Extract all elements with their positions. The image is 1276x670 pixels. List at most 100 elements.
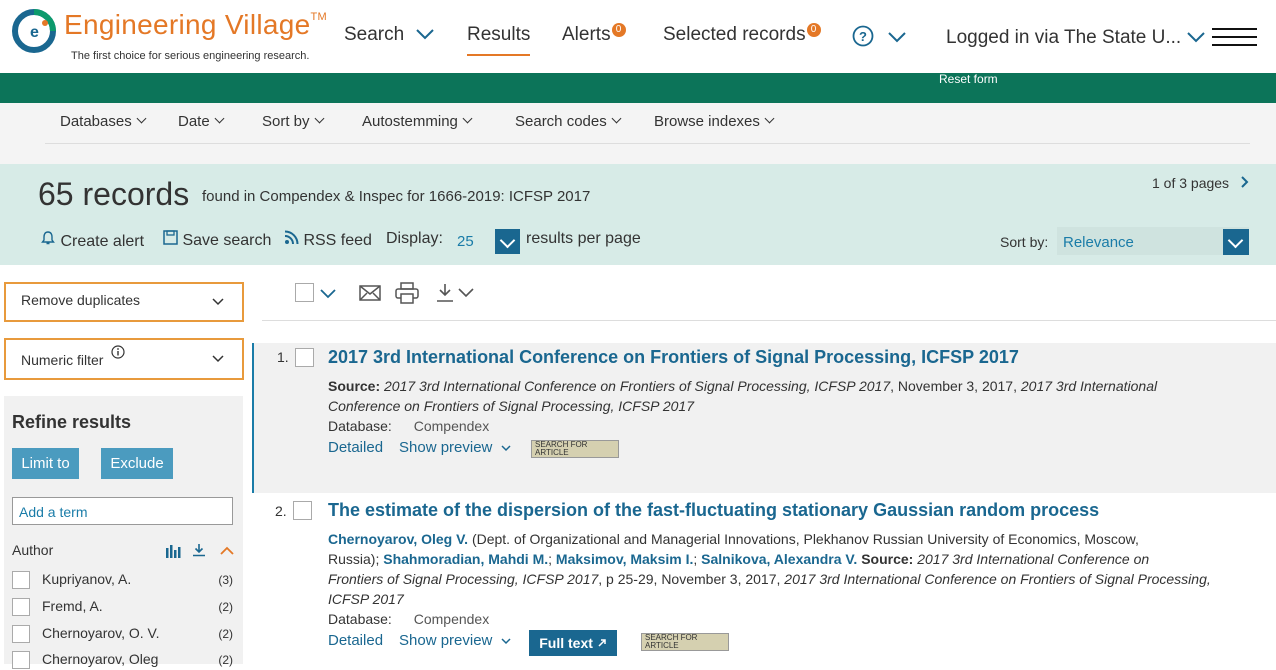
svg-text:e: e	[30, 24, 39, 41]
account-menu[interactable]: Logged in via The State U...	[946, 27, 1206, 49]
help-menu[interactable]: ?	[852, 25, 907, 53]
source-title: 2017 3rd International Conference on	[917, 551, 1150, 567]
remove-duplicates-dropdown[interactable]: Remove duplicates	[4, 282, 244, 322]
author-facet-item[interactable]: Kupriyanov, A. (3)	[12, 570, 237, 590]
nav-search[interactable]: Search	[344, 24, 435, 46]
author-link[interactable]: Chernoyarov, Oleg V.	[328, 531, 468, 547]
result-database: Database: Compendex	[328, 416, 489, 436]
engineering-village-logo-icon[interactable]: e	[11, 8, 57, 54]
sort-dropdown-button[interactable]	[1223, 229, 1249, 255]
result-source: Source: 2017 3rd International Conferenc…	[328, 376, 1198, 416]
numeric-filter-dropdown[interactable]: Numeric filter	[4, 338, 244, 380]
app-title[interactable]: Engineering VillageTM	[64, 9, 327, 41]
app-title-text: Engineering Village	[64, 9, 311, 40]
author-link[interactable]: Shahmoradian, Mahdi M.	[383, 551, 548, 567]
create-alert-button[interactable]: Create alert	[40, 230, 144, 251]
nav-alerts[interactable]: Alerts 0	[562, 23, 626, 46]
results-per-page-label: results per page	[526, 230, 641, 247]
chevron-down-icon	[214, 113, 225, 124]
nav-alerts-label: Alerts	[562, 24, 611, 45]
sort-select[interactable]: Relevance	[1057, 227, 1249, 255]
selected-count-badge: 0	[806, 23, 821, 37]
download-icon[interactable]	[192, 543, 206, 557]
result-title-link[interactable]: 2017 3rd International Conference on Fro…	[328, 347, 1019, 368]
chevron-down-icon	[611, 113, 622, 124]
email-icon[interactable]	[359, 284, 381, 302]
green-banner: Reset form	[0, 73, 1276, 103]
save-icon	[163, 230, 178, 245]
download-icon[interactable]	[435, 283, 455, 303]
author-facet-item[interactable]: Chernoyarov, O. V. (2)	[12, 624, 237, 644]
add-term-input[interactable]: Add a term	[12, 497, 233, 525]
rss-feed-button[interactable]: RSS feed	[284, 230, 372, 250]
select-all-checkbox[interactable]	[295, 283, 314, 302]
svg-text:?: ?	[859, 29, 867, 44]
app-subtitle: The first choice for serious engineering…	[71, 50, 310, 62]
browse-indexes-dropdown[interactable]: Browse indexes	[654, 113, 775, 130]
detailed-link[interactable]: Detailed	[328, 439, 383, 456]
header: e Engineering VillageTM The first choice…	[0, 0, 1276, 73]
author-checkbox[interactable]	[12, 571, 30, 589]
info-icon[interactable]	[111, 345, 125, 359]
chevron-down-icon	[314, 113, 324, 124]
pagination[interactable]: 1 of 3 pages	[1152, 175, 1251, 191]
author-name: Chernoyarov, Oleg	[42, 651, 159, 667]
author-name: Fremd, A.	[42, 598, 103, 614]
page-indicator: 1 of 3 pages	[1152, 175, 1230, 191]
show-preview-link[interactable]: Show preview	[399, 439, 511, 456]
chevron-down-icon	[212, 293, 224, 311]
result-title-link[interactable]: The estimate of the dispersion of the fa…	[328, 500, 1099, 521]
chevron-right-icon[interactable]	[1239, 176, 1251, 188]
numeric-filter-text: Numeric filter	[21, 352, 104, 368]
chevron-down-icon[interactable]	[320, 289, 336, 299]
nav-selected-records[interactable]: Selected records 0	[663, 23, 821, 46]
sort-by-label: Sort by	[262, 113, 310, 130]
chevron-down-icon	[212, 350, 224, 368]
search-codes-dropdown[interactable]: Search codes	[515, 113, 622, 130]
author-checkbox[interactable]	[12, 651, 30, 669]
chevron-down-icon[interactable]	[458, 288, 474, 298]
author-facet-item[interactable]: Chernoyarov, Oleg (2)	[12, 650, 237, 670]
author-facet-item[interactable]: Fremd, A. (2)	[12, 597, 237, 617]
limit-to-button[interactable]: Limit to	[12, 448, 79, 479]
print-icon[interactable]	[395, 282, 419, 304]
chevron-down-icon	[888, 32, 906, 43]
autostemming-dropdown[interactable]: Autostemming	[362, 113, 473, 130]
bar-chart-icon[interactable]	[165, 544, 181, 558]
external-link-icon	[598, 639, 606, 647]
display-label: Display:	[386, 230, 443, 247]
display-count-dropdown[interactable]	[495, 229, 520, 254]
reset-form-link[interactable]: Reset form	[939, 73, 998, 85]
exclude-button[interactable]: Exclude	[101, 448, 173, 479]
result-checkbox[interactable]	[295, 348, 314, 367]
save-search-button[interactable]: Save search	[163, 230, 271, 250]
author-checkbox[interactable]	[12, 598, 30, 616]
trademark: TM	[310, 11, 327, 23]
search-description: found in Compendex & Inspec for 1666-201…	[202, 188, 591, 205]
source-title-cont: Frontiers of Signal Processing, ICFSP 20…	[328, 571, 599, 587]
source-conference-cont: Conference on Frontiers of Signal Proces…	[328, 398, 695, 414]
display-count-value[interactable]: 25	[457, 233, 474, 250]
save-search-label: Save search	[182, 232, 272, 249]
nav-results[interactable]: Results	[467, 24, 531, 56]
show-preview-link[interactable]: Show preview	[399, 632, 511, 649]
result-item: 1. 2017 3rd International Conference on …	[252, 343, 1276, 493]
sort-by-dropdown[interactable]: Sort by	[262, 113, 324, 130]
search-toolbar: Databases Date Sort by Autostemming Sear…	[0, 103, 1276, 164]
author-checkbox[interactable]	[12, 625, 30, 643]
search-for-article-button[interactable]: SEARCH FOR ARTICLE	[641, 633, 729, 651]
database-label: Database:	[328, 611, 392, 627]
author-link[interactable]: Maksimov, Maksim I.	[556, 551, 693, 567]
create-alert-label: Create alert	[60, 233, 145, 250]
full-text-button[interactable]: Full text	[529, 630, 617, 656]
result-checkbox[interactable]	[293, 501, 312, 520]
author-link[interactable]: Salnikova, Alexandra V.	[701, 551, 857, 567]
databases-dropdown[interactable]: Databases	[60, 113, 147, 130]
chevron-down-icon	[501, 445, 511, 452]
search-codes-label: Search codes	[515, 113, 607, 130]
chevron-up-icon[interactable]	[220, 546, 234, 555]
date-dropdown[interactable]: Date	[178, 113, 225, 130]
search-for-article-button[interactable]: SEARCH FOR ARTICLE	[531, 440, 619, 458]
hamburger-menu-icon[interactable]	[1212, 28, 1257, 52]
detailed-link[interactable]: Detailed	[328, 632, 383, 649]
